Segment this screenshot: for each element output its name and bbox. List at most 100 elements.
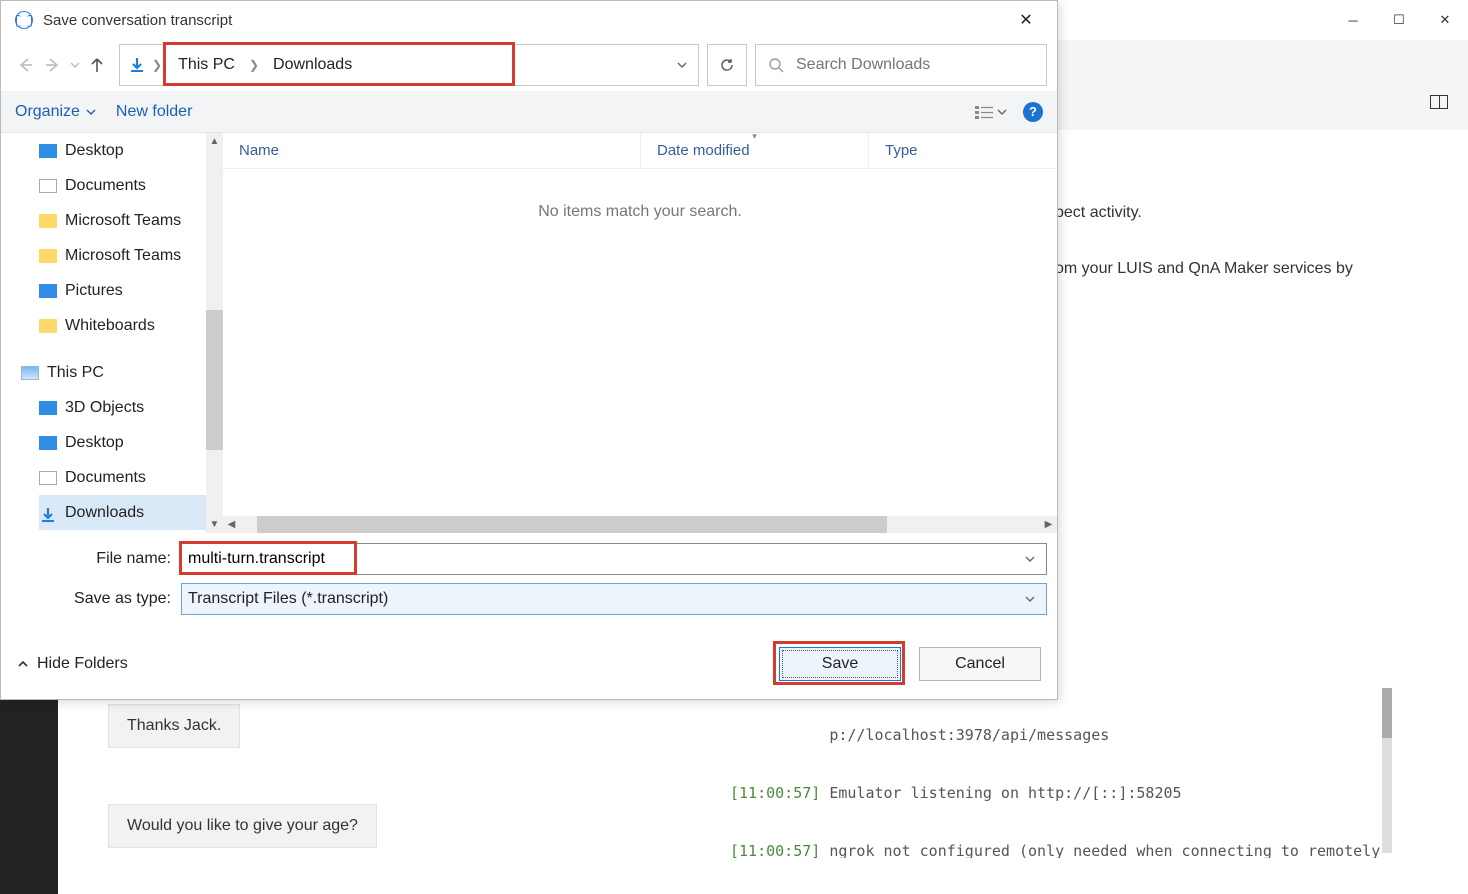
- help-button[interactable]: ?: [1023, 102, 1043, 122]
- file-list[interactable]: Name ▾Date modified Type No items match …: [223, 133, 1057, 533]
- log-ts: [11:00:57]: [730, 842, 820, 859]
- folder-icon: [39, 214, 57, 228]
- address-dropdown[interactable]: [666, 45, 698, 85]
- search-box[interactable]: [755, 44, 1047, 86]
- chevron-up-icon: [17, 658, 29, 670]
- column-name[interactable]: Name: [223, 133, 641, 168]
- search-icon: [756, 57, 796, 73]
- empty-message: No items match your search.: [223, 203, 1057, 221]
- tree-item-pictures[interactable]: Pictures: [39, 273, 223, 308]
- nav-up-button[interactable]: [83, 51, 111, 79]
- tree-item-downloads[interactable]: Downloads: [39, 495, 223, 530]
- panel-layout-icon[interactable]: [1430, 95, 1448, 109]
- tree-item-label: Desktop: [65, 142, 124, 160]
- chat-bubble: Thanks Jack.: [108, 704, 240, 748]
- bg-line-1: pect activity.: [1055, 200, 1448, 226]
- tree-item-this-pc[interactable]: This PC: [21, 355, 223, 390]
- log-text: Emulator listening on http://[::]:58205: [820, 784, 1181, 802]
- newfolder-label: New folder: [116, 103, 192, 121]
- chat-text: Would you like to give your age?: [127, 817, 358, 834]
- filename-input[interactable]: [188, 550, 1020, 568]
- scroll-right-icon[interactable]: ▶: [1040, 516, 1057, 533]
- bg-close-button[interactable]: ✕: [1422, 5, 1468, 35]
- blue-icon: [39, 401, 57, 415]
- tree-item-label: Documents: [65, 469, 146, 487]
- focus-ring: [782, 650, 898, 678]
- log-scrollbar[interactable]: [1382, 688, 1392, 853]
- tree-item-whiteboards[interactable]: Whiteboards: [39, 308, 223, 343]
- scroll-left-icon[interactable]: ◀: [223, 516, 240, 533]
- tree-item-desktop[interactable]: Desktop: [39, 425, 223, 460]
- chevron-down-icon: [86, 107, 96, 117]
- folder-icon: [39, 319, 57, 333]
- organize-button[interactable]: Organize: [15, 103, 96, 121]
- tree-item-label: Whiteboards: [65, 317, 155, 335]
- tree-item-label: Microsoft Teams: [65, 247, 181, 265]
- chevron-down-icon: [997, 107, 1007, 117]
- bg-sidebar: [0, 700, 58, 894]
- blue-icon: [39, 284, 57, 298]
- tree-item-documents[interactable]: Documents: [39, 168, 223, 203]
- hide-folders-button[interactable]: Hide Folders: [17, 655, 128, 673]
- refresh-button[interactable]: [707, 44, 747, 86]
- nav-tree[interactable]: Desktop Documents Microsoft Teams Microsoft…: [1, 133, 223, 533]
- doc-icon: [39, 179, 57, 193]
- scroll-thumb[interactable]: [206, 310, 223, 450]
- filename-label: File name:: [11, 550, 181, 568]
- breadcrumb-downloads[interactable]: Downloads: [267, 45, 358, 85]
- tree-item-3d-objects[interactable]: 3D Objects: [39, 390, 223, 425]
- cancel-button[interactable]: Cancel: [919, 647, 1041, 681]
- address-bar[interactable]: ❯ This PC ❯ Downloads: [119, 44, 699, 86]
- log-text: p://localhost:3978/api/messages: [829, 726, 1109, 744]
- nav-back-button[interactable]: [11, 51, 39, 79]
- cancel-label: Cancel: [955, 655, 1005, 673]
- scroll-down-icon[interactable]: ▼: [206, 516, 223, 533]
- new-folder-button[interactable]: New folder: [116, 103, 192, 121]
- blue-icon: [39, 144, 57, 158]
- column-type[interactable]: Type: [869, 133, 1057, 168]
- filename-dropdown[interactable]: [1020, 553, 1040, 565]
- chevron-right-icon[interactable]: ❯: [245, 58, 263, 72]
- filetype-label: Save as type:: [11, 590, 181, 608]
- tree-item-label: 3D Objects: [65, 399, 144, 417]
- hide-folders-label: Hide Folders: [37, 655, 128, 673]
- save-button[interactable]: Save: [779, 647, 901, 681]
- tree-item-label: Pictures: [65, 282, 123, 300]
- tree-item-microsoft-teams[interactable]: Microsoft Teams: [39, 203, 223, 238]
- chat-text: Thanks Jack.: [127, 717, 221, 734]
- log-ts: [11:00:57]: [730, 784, 820, 802]
- scroll-thumb[interactable]: [257, 516, 887, 533]
- folder-icon: [39, 249, 57, 263]
- tree-item-label: Downloads: [65, 504, 144, 522]
- downloads-icon: [126, 54, 148, 76]
- app-icon: [15, 11, 33, 29]
- doc-icon: [39, 471, 57, 485]
- bg-maximize-button[interactable]: ☐: [1376, 5, 1422, 35]
- list-hscrollbar[interactable]: ◀ ▶: [223, 516, 1057, 533]
- filetype-combo[interactable]: Transcript Files (*.transcript): [181, 583, 1047, 615]
- tree-item-label: Microsoft Teams: [65, 212, 181, 230]
- save-dialog: Save conversation transcript ✕ ❯: [0, 0, 1058, 700]
- tree-item-documents[interactable]: Documents: [39, 460, 223, 495]
- bg-minimize-button[interactable]: ─: [1330, 5, 1376, 35]
- scroll-up-icon[interactable]: ▲: [206, 133, 223, 150]
- search-input[interactable]: [796, 45, 1046, 85]
- column-date[interactable]: ▾Date modified: [641, 133, 869, 168]
- chevron-right-icon[interactable]: ❯: [148, 58, 166, 72]
- filetype-dropdown[interactable]: [1020, 593, 1040, 605]
- tree-item-label: Documents: [65, 177, 146, 195]
- breadcrumb-this-pc[interactable]: This PC: [172, 45, 241, 85]
- nav-forward-button[interactable]: [39, 51, 67, 79]
- tree-item-desktop[interactable]: Desktop: [39, 133, 223, 168]
- nav-recent-dropdown[interactable]: [67, 51, 83, 79]
- close-button[interactable]: ✕: [1003, 5, 1049, 35]
- tree-scrollbar[interactable]: ▲ ▼: [206, 133, 223, 533]
- dialog-title: Save conversation transcript: [43, 12, 232, 29]
- tree-item-microsoft-teams[interactable]: Microsoft Teams: [39, 238, 223, 273]
- blue-icon: [39, 436, 57, 450]
- view-options-button[interactable]: [975, 105, 1007, 119]
- filetype-value: Transcript Files (*.transcript): [188, 590, 388, 608]
- log-text: ngrok not configured (only needed when c…: [820, 842, 1380, 859]
- organize-label: Organize: [15, 103, 80, 121]
- tree-item-label: Desktop: [65, 434, 124, 452]
